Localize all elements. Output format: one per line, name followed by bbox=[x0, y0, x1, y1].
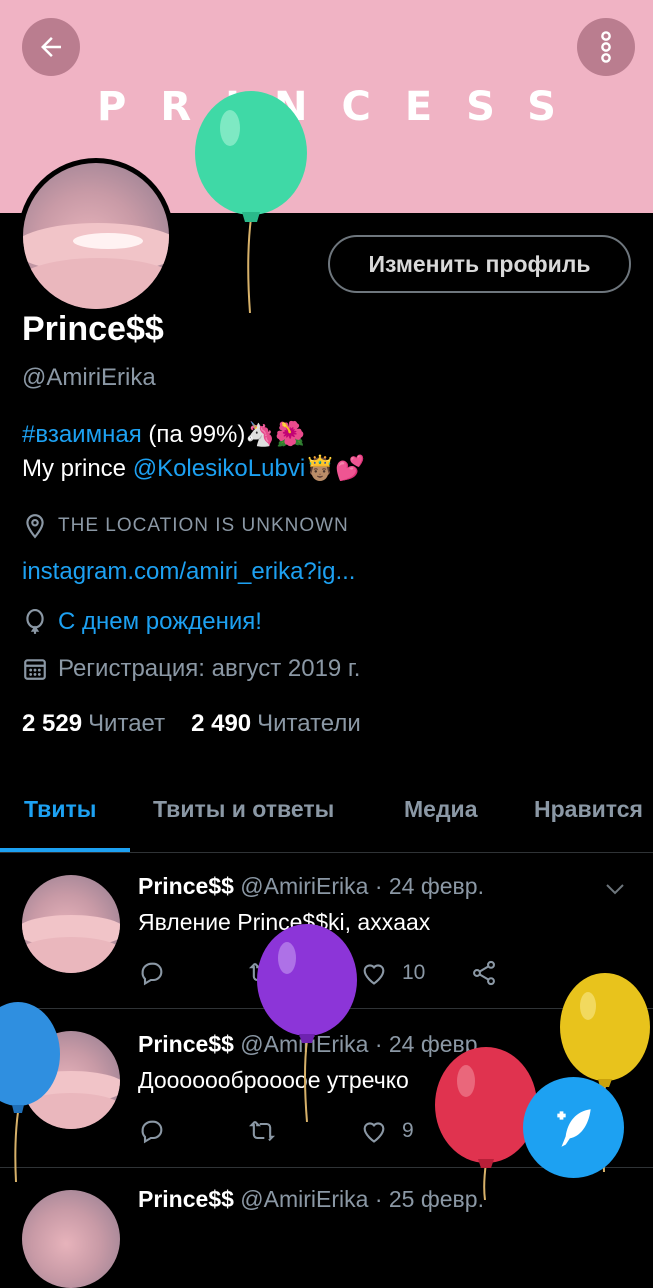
tweet-author-name: Prince$$ bbox=[138, 873, 234, 899]
balloon-icon bbox=[26, 609, 44, 634]
arrow-left-icon bbox=[41, 37, 61, 57]
bio-line2-emoji: 🤴🏽💕 bbox=[305, 455, 365, 482]
reply-icon bbox=[141, 1120, 163, 1144]
more-vertical-icon bbox=[601, 31, 611, 63]
followers-stat[interactable]: 2 490 Читатели bbox=[191, 710, 361, 738]
tab-likes[interactable]: Нравится bbox=[534, 796, 643, 823]
profile-bio: #взаимная (па 99%)🦄🌺 My prince @Kolesiko… bbox=[22, 418, 365, 486]
heart-icon bbox=[363, 1122, 385, 1143]
share-button[interactable] bbox=[470, 959, 498, 987]
location-row: THE LOCATION IS UNKNOWN bbox=[22, 513, 349, 539]
chevron-down-icon[interactable] bbox=[603, 877, 627, 901]
joined-text: Регистрация: август 2019 г. bbox=[58, 655, 361, 682]
bio-line1-text: (па 99%)🦄🌺 bbox=[141, 421, 306, 448]
balloon-decoration-blue bbox=[0, 1002, 60, 1182]
tweet-header: Prince$$ @AmiriErika · 24 февр. bbox=[138, 873, 484, 900]
joined-row: Регистрация: август 2019 г. bbox=[22, 655, 360, 683]
location-pin-icon bbox=[26, 514, 44, 539]
heart-icon bbox=[363, 964, 385, 985]
calendar-icon bbox=[24, 659, 46, 680]
birthday-row: С днем рождения! bbox=[22, 608, 262, 636]
tweet-avatar[interactable] bbox=[22, 1190, 120, 1288]
reply-button[interactable] bbox=[138, 1117, 166, 1145]
profile-handle: @AmiriErika bbox=[22, 364, 156, 391]
profile-tabs: Твиты Твиты и ответы Медиа Нравится bbox=[0, 770, 653, 853]
bio-line2-text: My prince bbox=[22, 455, 133, 482]
edit-profile-button[interactable]: Изменить профиль bbox=[328, 235, 631, 293]
tab-tweets-and-replies[interactable]: Твиты и ответы bbox=[153, 796, 334, 823]
share-icon bbox=[473, 960, 495, 986]
tweet-avatar[interactable] bbox=[22, 875, 120, 973]
tab-media[interactable]: Медиа bbox=[404, 796, 477, 823]
balloon-decoration-green bbox=[195, 91, 307, 313]
bio-hashtag-link[interactable]: #взаимная bbox=[22, 421, 142, 448]
followers-count: 2 490 bbox=[191, 710, 252, 737]
balloon-decoration-purple bbox=[257, 924, 357, 1122]
compose-feather-icon bbox=[556, 1108, 591, 1147]
active-tab-indicator bbox=[0, 848, 130, 852]
following-label: Читает bbox=[88, 710, 166, 737]
tweet-author-name: Prince$$ bbox=[138, 1186, 234, 1212]
more-options-button[interactable] bbox=[577, 18, 635, 76]
tweet-author-name: Prince$$ bbox=[138, 1031, 234, 1057]
following-count: 2 529 bbox=[22, 710, 83, 737]
location-text: THE LOCATION IS UNKNOWN bbox=[58, 515, 349, 536]
tweet-meta: @AmiriErika · 24 февр. bbox=[233, 873, 484, 899]
reply-icon bbox=[141, 962, 163, 986]
compose-tweet-button[interactable] bbox=[523, 1077, 624, 1178]
like-count: 9 bbox=[402, 1119, 414, 1142]
banner-title: PRINCESS bbox=[97, 84, 590, 130]
following-stat[interactable]: 2 529 Читает bbox=[22, 710, 165, 738]
bio-mention-link[interactable]: @KolesikoLubvi bbox=[133, 455, 305, 482]
profile-avatar[interactable] bbox=[18, 158, 174, 314]
like-button[interactable]: 9 bbox=[360, 1117, 414, 1145]
avatar-image bbox=[23, 163, 169, 309]
back-button[interactable] bbox=[22, 18, 80, 76]
tab-tweets[interactable]: Твиты bbox=[24, 796, 96, 823]
like-button[interactable]: 10 bbox=[360, 959, 425, 987]
reply-button[interactable] bbox=[138, 959, 166, 987]
profile-website-link[interactable]: instagram.com/amiri_erika?ig... bbox=[22, 558, 355, 586]
profile-name: Prince$$ bbox=[22, 310, 164, 348]
birthday-text[interactable]: С днем рождения! bbox=[58, 608, 262, 636]
like-count: 10 bbox=[402, 961, 426, 984]
follow-counts: 2 529 Читает 2 490 Читатели bbox=[22, 710, 361, 738]
followers-label: Читатели bbox=[257, 710, 361, 737]
